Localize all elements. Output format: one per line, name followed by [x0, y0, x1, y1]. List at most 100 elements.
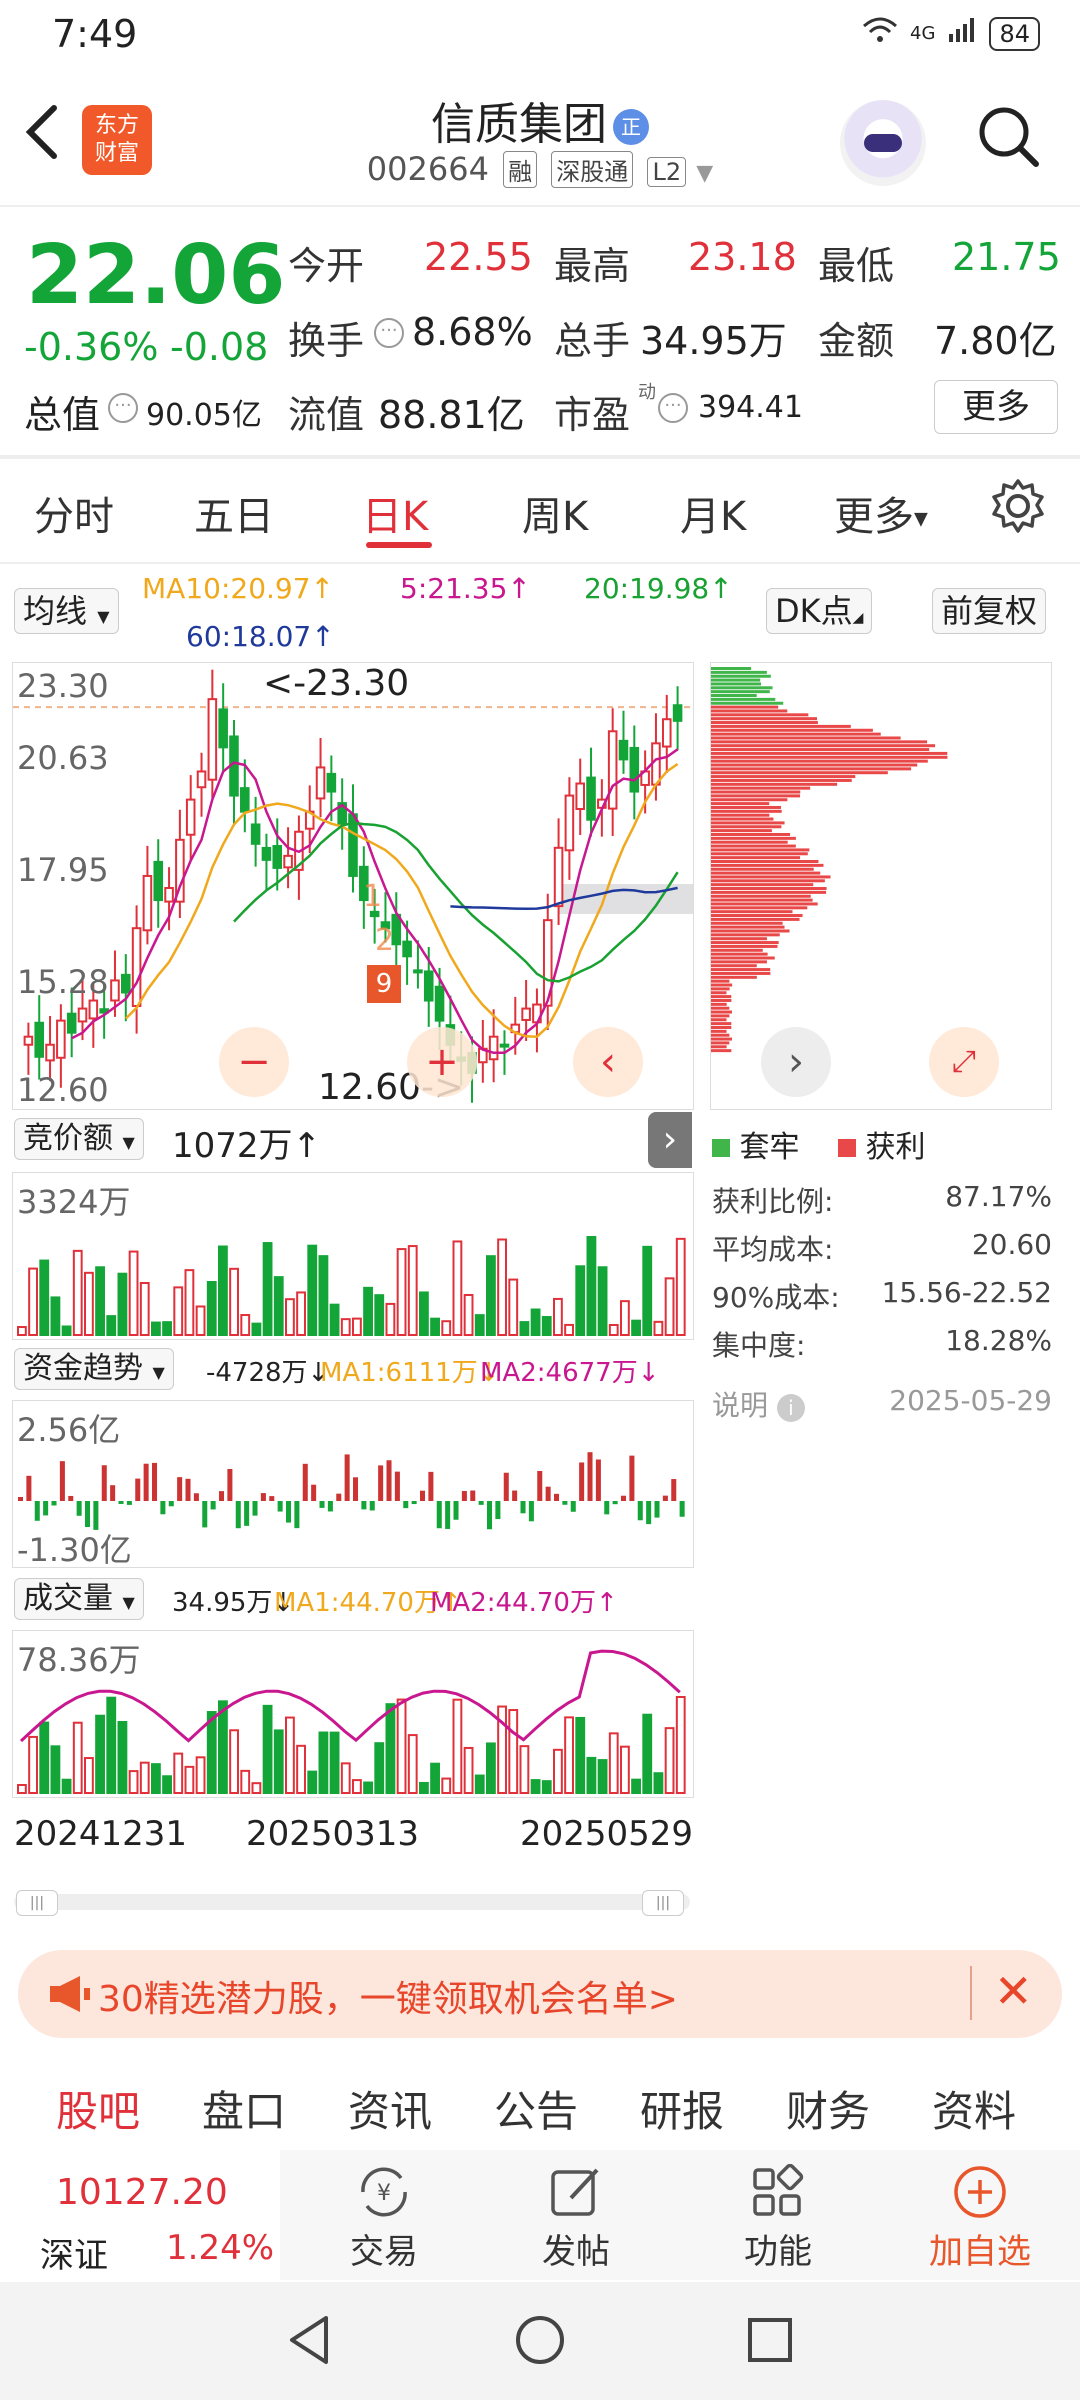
chip-note-row[interactable]: 说明 i 2025-05-29: [712, 1384, 1052, 1424]
stat-label: 90%成本:: [712, 1281, 840, 1314]
chip-bar: [711, 879, 825, 883]
stat-label: 集中度:: [712, 1329, 806, 1362]
volume-selector[interactable]: 成交量 ▼: [14, 1578, 144, 1620]
signal-mark[interactable]: 2: [375, 923, 394, 958]
zoom-out-button[interactable]: −: [219, 1027, 289, 1097]
zoom-in-button[interactable]: +: [407, 1027, 477, 1097]
nav-back-icon[interactable]: [282, 2312, 338, 2368]
auction-bar: [620, 1300, 630, 1336]
chip-bar: [711, 890, 827, 894]
tab-finance[interactable]: 财务: [786, 2078, 870, 2139]
fund-bar: [319, 1501, 325, 1508]
nav-recents-icon[interactable]: [742, 2312, 798, 2368]
candle-body: [153, 860, 164, 902]
trade-button[interactable]: ¥ 交易: [334, 2164, 434, 2273]
chip-bar: [711, 694, 757, 698]
volume-bar: [452, 1698, 463, 1794]
info-dots-icon[interactable]: ···: [374, 318, 404, 348]
auction-bar: [352, 1317, 362, 1337]
tab-announcements[interactable]: 公告: [494, 2078, 578, 2139]
fund-bar: [637, 1501, 643, 1521]
nav-home-icon[interactable]: [512, 2312, 568, 2368]
post-button[interactable]: 发帖: [526, 2164, 626, 2273]
tab-more[interactable]: 更多▼: [834, 484, 928, 542]
indicator-selector[interactable]: 均线 ▼: [14, 588, 119, 634]
volume-bar: [206, 1711, 217, 1794]
close-icon[interactable]: ✕: [994, 1964, 1033, 2018]
kline-chart[interactable]: 23.30 20.63 17.95 15.28 12.60 <-23.30 1 2…: [12, 662, 694, 1110]
chip-bar: [711, 921, 783, 925]
tab-forum[interactable]: 股吧: [56, 2078, 140, 2139]
fund-ma2: MA2:4677万↓: [480, 1358, 660, 1388]
collapse-panel-button[interactable]: ›: [648, 1112, 692, 1168]
chip-bar: [711, 956, 775, 960]
fund-bar: [244, 1501, 250, 1526]
auction-bar: [106, 1315, 117, 1336]
fund-bar: [344, 1454, 350, 1501]
volume-label: 总手: [554, 319, 631, 363]
tab-orderbook[interactable]: 盘口: [202, 2078, 286, 2139]
stock-code: 002664: [366, 150, 489, 188]
function-button[interactable]: 功能: [728, 2163, 828, 2273]
promo-text: 30精选潜力股，一键领取机会名单>: [98, 1979, 678, 2020]
candle-body: [56, 1019, 66, 1059]
tab-news[interactable]: 资讯: [348, 2078, 432, 2139]
mktcap-value: 90.05亿: [146, 398, 262, 433]
index-value: 10127.20: [56, 2172, 228, 2213]
chip-distribution: › ⤢: [710, 662, 1052, 1110]
auction-bar: [240, 1314, 251, 1337]
fund-trend-selector[interactable]: 资金趋势 ▼: [14, 1348, 174, 1390]
header-divider: [0, 205, 1080, 207]
tab-weekly-k[interactable]: 周K: [522, 484, 588, 542]
candle-body: [250, 823, 261, 845]
auction-selector[interactable]: 竞价额 ▼: [14, 1118, 144, 1160]
x-tick-2: 20250313: [246, 1814, 420, 1854]
candle-body: [553, 846, 564, 908]
auction-chart[interactable]: 3324万: [12, 1172, 694, 1340]
indicator-label: 均线: [23, 592, 88, 630]
chip-bar: [711, 844, 796, 848]
fund-bar: [428, 1471, 434, 1501]
trade-label: 交易: [350, 2232, 418, 2272]
post-label: 发帖: [542, 2232, 610, 2272]
x-tick-3: 20250529: [520, 1814, 694, 1854]
signal-mark[interactable]: 1: [363, 879, 382, 914]
volume-bar: [463, 1746, 474, 1794]
auction-bar: [642, 1245, 653, 1336]
tab-monthly-k[interactable]: 月K: [680, 484, 746, 542]
search-button[interactable]: [974, 102, 1042, 170]
fund-bar: [34, 1501, 40, 1521]
range-handle-left[interactable]: |||: [16, 1890, 58, 1916]
range-scrollbar[interactable]: [14, 1894, 690, 1910]
legend-swatch: [838, 1139, 856, 1157]
add-watchlist-button[interactable]: 加自选: [920, 2164, 1040, 2273]
search-icon: [979, 107, 1039, 167]
tab-intraday[interactable]: 分时: [34, 484, 114, 542]
volume-chart[interactable]: 78.36万: [12, 1630, 694, 1798]
next-button[interactable]: ›: [761, 1027, 831, 1097]
adjust-selector[interactable]: 前复权: [932, 588, 1047, 634]
tab-profile[interactable]: 资料: [932, 2078, 1016, 2139]
assistant-avatar[interactable]: [840, 100, 926, 186]
chip-bar: [711, 751, 948, 755]
tab-research[interactable]: 研报: [640, 2078, 724, 2139]
info-dots-icon[interactable]: ···: [658, 393, 688, 423]
scroll-left-button[interactable]: ‹: [573, 1027, 643, 1097]
tab-daily-k[interactable]: 日K: [362, 484, 428, 542]
chart-settings-button[interactable]: [990, 478, 1046, 534]
promo-banner[interactable]: 30精选潜力股，一键领取机会名单> ✕: [18, 1950, 1062, 2038]
chip-bar: [711, 1037, 733, 1041]
more-button[interactable]: 更多: [934, 380, 1058, 434]
dk-point-toggle[interactable]: DK点◢: [766, 588, 873, 634]
fund-trend-chart[interactable]: 2.56亿 -1.30亿: [12, 1400, 694, 1569]
stock-name: 信质集团: [431, 99, 607, 150]
legend-swatch: [712, 1139, 730, 1157]
tab-5day[interactable]: 五日: [194, 484, 274, 542]
range-handle-right[interactable]: |||: [642, 1890, 684, 1916]
info-dots-icon[interactable]: ···: [108, 393, 138, 423]
expand-button[interactable]: ⤢: [929, 1027, 999, 1097]
signal-mark[interactable]: 9: [367, 965, 401, 1003]
fund-bar: [629, 1455, 635, 1501]
index-ticker[interactable]: 10127.20 深证 1.24%: [0, 2150, 280, 2280]
candle-body: [164, 887, 174, 903]
